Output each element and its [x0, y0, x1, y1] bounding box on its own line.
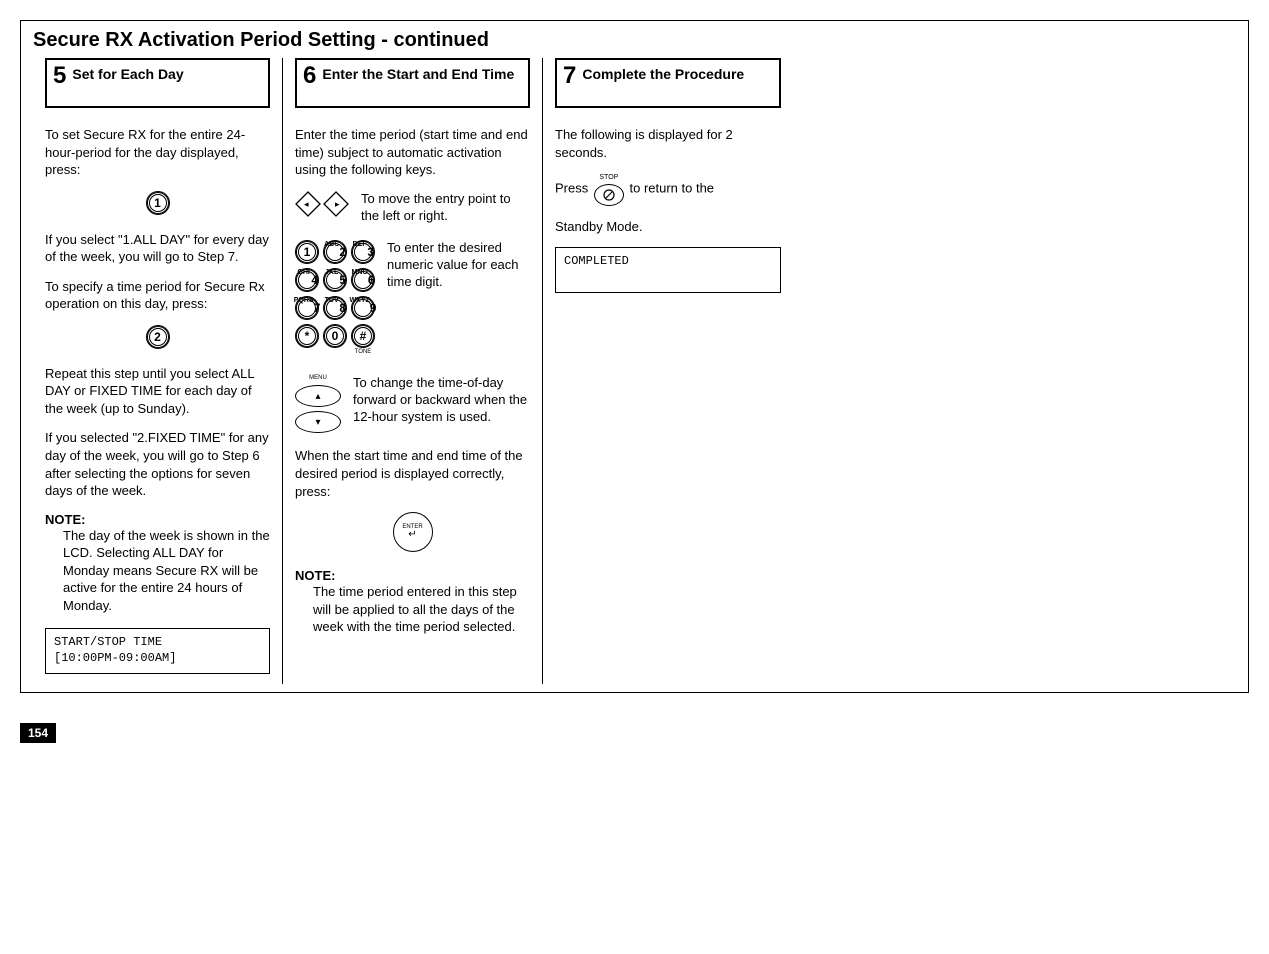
- columns: 5 Set for Each Day To set Secure RX for …: [33, 58, 1236, 684]
- stop-key-wrap: STOP: [594, 173, 624, 205]
- step-6-header: 6 Enter the Start and End Time: [295, 58, 530, 108]
- note-label: NOTE:: [45, 512, 85, 527]
- step-6-para-2: When the start time and end time of the …: [295, 447, 530, 500]
- page-number: 154: [20, 723, 56, 743]
- step-5-key-1-wrap: 1: [45, 191, 270, 215]
- column-step-7: 7 Complete the Procedure The following i…: [543, 58, 793, 684]
- step-5-para-3: To specify a time period for Secure Rx o…: [45, 278, 270, 313]
- step-5-para-5: If you selected "2.FIXED TIME" for any d…: [45, 429, 270, 499]
- key-9: WXYZ9: [351, 296, 375, 320]
- note-label-6: NOTE:: [295, 568, 335, 583]
- up-arrow-icon: ▴: [295, 385, 341, 407]
- left-arrow-icon: ◂: [295, 191, 321, 217]
- key-0: 0: [323, 324, 347, 348]
- updown-text: To change the time-of-day forward or bac…: [353, 375, 530, 426]
- step-5-note: NOTE: The day of the week is shown in th…: [45, 512, 270, 615]
- step-7-title: Complete the Procedure: [582, 64, 744, 83]
- down-arrow-icon: ▾: [295, 411, 341, 433]
- updown-block: MENU ▴ ▾ To change the time-of-day forwa…: [295, 375, 530, 433]
- key-1: 1: [295, 240, 319, 264]
- step-7-para-3: Standby Mode.: [555, 218, 781, 236]
- note-body: The day of the week is shown in the LCD.…: [45, 527, 270, 615]
- key-2-icon: 2: [146, 325, 170, 349]
- svg-text:▸: ▸: [335, 199, 340, 209]
- enter-key-wrap: ENTER ↵: [295, 512, 530, 552]
- key-8: TUV8: [323, 296, 347, 320]
- right-arrow-icon: ▸: [323, 191, 349, 217]
- step-5-key-2-wrap: 2: [45, 325, 270, 349]
- key-1-icon: 1: [146, 191, 170, 215]
- step-5-header: 5 Set for Each Day: [45, 58, 270, 108]
- keypad: 1 ABC2 DEF3 GHI4 JKL5 MNO6 PQRS7 TUV8 WX…: [295, 240, 375, 359]
- arrow-pair: ◂ ▸: [295, 191, 349, 217]
- step-7-lcd: COMPLETED: [555, 247, 781, 293]
- keypad-block: 1 ABC2 DEF3 GHI4 JKL5 MNO6 PQRS7 TUV8 WX…: [295, 240, 530, 359]
- step-6-para-1: Enter the time period (start time and en…: [295, 126, 530, 179]
- step-7-number: 7: [563, 64, 576, 88]
- column-step-5: 5 Set for Each Day To set Secure RX for …: [33, 58, 283, 684]
- step-6-title: Enter the Start and End Time: [322, 64, 514, 83]
- step-7-header: 7 Complete the Procedure: [555, 58, 781, 108]
- key-3: DEF3: [351, 240, 375, 264]
- key-2: ABC2: [323, 240, 347, 264]
- step-7-para-1: The following is displayed for 2 seconds…: [555, 126, 781, 161]
- step-6-number: 6: [303, 64, 316, 88]
- key-4: GHI4: [295, 268, 319, 292]
- page-frame: Secure RX Activation Period Setting - co…: [20, 20, 1249, 693]
- stop-key-icon: [594, 184, 624, 206]
- menu-label: MENU: [309, 375, 327, 381]
- keypad-text: To enter the desired numeric value for e…: [387, 240, 530, 291]
- note-body-6: The time period entered in this step wil…: [295, 583, 530, 636]
- updown-keys: MENU ▴ ▾: [295, 375, 341, 433]
- arrow-text: To move the entry point to the left or r…: [361, 191, 530, 225]
- key-hash: #: [351, 324, 375, 348]
- step-5-para-1: To set Secure RX for the entire 24-hour-…: [45, 126, 270, 179]
- step-7-press-line: Press STOP to return to the: [555, 173, 781, 205]
- enter-key-icon: ENTER ↵: [393, 512, 433, 552]
- step-5-number: 5: [53, 64, 66, 88]
- tone-label: TONE: [355, 349, 372, 355]
- step-5-para-4: Repeat this step until you select ALL DA…: [45, 365, 270, 418]
- key-6: MNO6: [351, 268, 375, 292]
- key-star: *: [295, 324, 319, 348]
- stop-label: STOP: [599, 173, 618, 182]
- step-5-title: Set for Each Day: [72, 64, 183, 83]
- step-6-note: NOTE: The time period entered in this st…: [295, 568, 530, 636]
- key-5: JKL5: [323, 268, 347, 292]
- svg-text:◂: ◂: [304, 199, 309, 209]
- step-5-para-2: If you select "1.ALL DAY" for every day …: [45, 231, 270, 266]
- column-step-6: 6 Enter the Start and End Time Enter the…: [283, 58, 543, 684]
- section-heading: Secure RX Activation Period Setting - co…: [33, 29, 1236, 52]
- step-5-lcd: START/STOP TIME [10:00PM-09:00AM]: [45, 628, 270, 673]
- arrow-keys-block: ◂ ▸ To move the entry point to the left …: [295, 191, 530, 225]
- key-7: PQRS7: [295, 296, 319, 320]
